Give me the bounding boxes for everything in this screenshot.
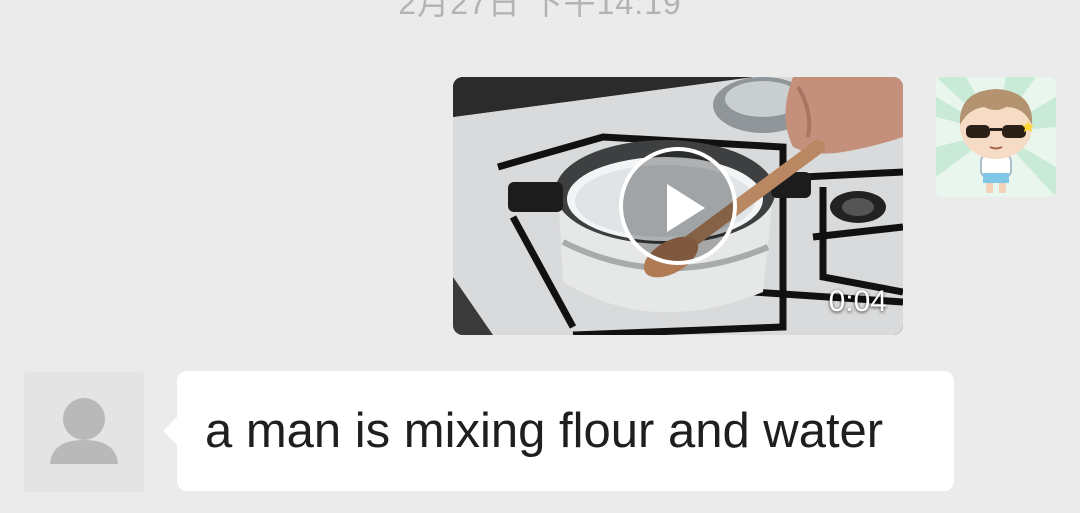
video-message[interactable]: 0:04 <box>453 77 903 335</box>
video-duration: 0:04 <box>828 285 887 318</box>
message-timestamp: 2月27日 下午14:19 <box>398 0 682 21</box>
cartoon-boy-avatar-icon <box>936 77 1056 197</box>
message-text: a man is mixing flour and water <box>205 404 884 458</box>
peer-avatar[interactable] <box>24 372 144 492</box>
default-user-icon <box>50 398 118 464</box>
play-icon[interactable] <box>619 147 737 265</box>
text-message-bubble[interactable]: a man is mixing flour and water <box>163 371 954 491</box>
self-avatar[interactable] <box>936 77 1056 197</box>
